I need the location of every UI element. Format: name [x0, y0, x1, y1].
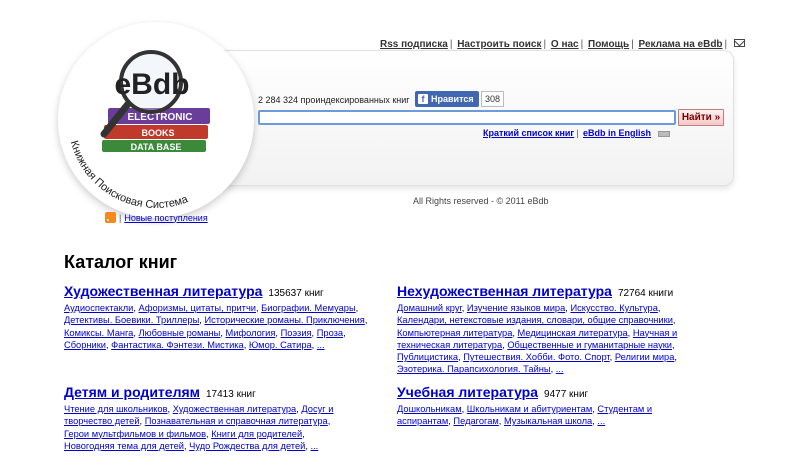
subcategory-link[interactable]: Герои мультфильмов и фильмов — [64, 429, 206, 439]
subcategory-link[interactable]: Афоризмы, цитаты, притчи — [139, 303, 256, 313]
subcategory-link[interactable]: Детективы. Боевики. Триллеры — [64, 315, 199, 325]
subcategory-link[interactable]: Исторические романы. Приключения — [204, 315, 364, 325]
subcategory-link[interactable]: Школьникам и абитуриентам — [467, 404, 592, 414]
subcategory-link[interactable]: Календари, нетекстовые издания, словари,… — [397, 315, 673, 325]
category-links: Чтение для школьников, Художественная ли… — [64, 404, 334, 451]
category-nonfiction: Нехудожественная литература 72764 книги … — [397, 283, 709, 376]
search-button[interactable]: Найти » — [678, 109, 724, 126]
subcategory-link[interactable]: Общественные и гуманитарные науки — [507, 340, 672, 350]
more-link[interactable]: ... — [556, 364, 564, 374]
category-count: 17413 книг — [206, 389, 256, 400]
rss-new-arrivals: | Новые поступления — [105, 212, 208, 223]
facebook-like-count: 308 — [481, 91, 505, 107]
category-links: Домашний круг, Изучение языков мира, Иск… — [397, 303, 678, 375]
catalog-title: Каталог книг — [64, 252, 178, 272]
subcategory-link[interactable]: Педагогам — [453, 416, 498, 426]
subcategory-link[interactable]: Дошкольникам — [397, 404, 462, 414]
link-search-settings[interactable]: Настроить поиск — [457, 39, 541, 50]
facebook-like-button[interactable]: f Нравится — [415, 91, 479, 107]
subcategory-link[interactable]: Новогодняя тема для детей — [64, 441, 184, 451]
search-input[interactable] — [258, 110, 676, 125]
subcategory-link[interactable]: Изучение языков мира — [467, 303, 565, 313]
more-link[interactable]: ... — [317, 340, 325, 350]
category-education: Учебная литература 9477 книг Дошкольника… — [397, 384, 697, 428]
subcategory-link[interactable]: Домашний круг — [397, 303, 462, 313]
category-links: Дошкольникам, Школьникам и абитуриентам,… — [397, 404, 653, 427]
subcategory-link[interactable]: Юмор. Сатира — [249, 340, 312, 350]
subcategory-link[interactable]: Познавательная и справочная литература — [145, 416, 328, 426]
subcategory-link[interactable]: Эзотерика. Парапсихология. Тайны — [397, 364, 551, 374]
book-label-1: ELECTRONIC — [128, 112, 193, 123]
subcategory-link[interactable]: Любовные романы — [139, 328, 221, 338]
link-about[interactable]: О нас — [551, 39, 579, 50]
subcategory-link[interactable]: Биографии. Мемуары — [261, 303, 355, 313]
link-advertising[interactable]: Реклама на eBdb — [639, 39, 723, 50]
subcategory-link[interactable]: Чтение для школьников — [64, 404, 168, 414]
subcategory-link[interactable]: Мифология — [226, 328, 276, 338]
subcategory-link[interactable]: Комиксы. Манга — [64, 328, 133, 338]
mail-icon[interactable] — [733, 39, 745, 47]
subcategory-link[interactable]: Поэзия — [281, 328, 312, 338]
category-count: 9477 книг — [544, 389, 589, 400]
subcategory-link[interactable]: Религии мира — [615, 352, 675, 362]
subcategory-link[interactable]: Компьютерная литература — [397, 328, 512, 338]
more-link[interactable]: ... — [597, 416, 605, 426]
facebook-like-label: Нравится — [431, 94, 474, 104]
category-children: Детям и родителям 17413 книг Чтение для … — [64, 384, 369, 452]
subcategory-link[interactable]: Книги для родителей — [211, 429, 302, 439]
keyboard-icon[interactable] — [657, 130, 670, 137]
sub-links: Краткий список книг | eBdb in English — [483, 128, 670, 138]
link-rss-subscribe[interactable]: Rss подписка — [380, 39, 448, 50]
ebdb-logo[interactable]: ELECTRONIC BOOKS DATA BASE eBdb Книжная … — [58, 22, 254, 218]
category-count: 72764 книги — [617, 288, 674, 299]
book-label-2: BOOKS — [141, 128, 174, 138]
top-links: Rss подписка | Настроить поиск | О нас | По… — [380, 39, 745, 50]
category-fiction: Художественная литература 135637 книг Ау… — [64, 283, 374, 351]
link-short-book-list[interactable]: Краткий список книг — [483, 128, 574, 138]
logo-name: eBdb — [115, 68, 190, 101]
facebook-icon: f — [418, 94, 428, 104]
category-title[interactable]: Учебная литература — [397, 384, 538, 400]
book-label-3: DATA BASE — [131, 142, 182, 152]
category-title[interactable]: Нехудожественная литература — [397, 283, 612, 299]
link-help[interactable]: Помощь — [588, 39, 629, 50]
category-title[interactable]: Детям и родителям — [64, 384, 200, 400]
subcategory-link[interactable]: Искусство. Культура — [570, 303, 657, 313]
index-count: 2 284 324 проиндексированных книг — [258, 95, 410, 105]
link-english[interactable]: eBdb in English — [583, 128, 651, 138]
subcategory-link[interactable]: Медицинская литература — [518, 328, 628, 338]
category-links: Аудиоспектакли, Афоризмы, цитаты, притчи… — [64, 303, 368, 350]
category-title[interactable]: Художественная литература — [64, 283, 262, 299]
subcategory-link[interactable]: Аудиоспектакли — [64, 303, 133, 313]
copyright: All Rights reserved - © 2011 eBdb — [413, 196, 549, 206]
subcategory-link[interactable]: Публицистика — [397, 352, 458, 362]
subcategory-link[interactable]: Чудо Рождества для детей — [189, 441, 305, 451]
subcategory-link[interactable]: Фантастика. Фэнтези. Мистика — [111, 340, 244, 350]
category-count: 135637 книг — [268, 288, 324, 299]
subcategory-link[interactable]: Путешествия. Хобби. Фото. Спорт — [463, 352, 609, 362]
subcategory-link[interactable]: Проза — [317, 328, 343, 338]
rss-icon[interactable] — [105, 212, 116, 223]
subcategory-link[interactable]: Сборники — [64, 340, 106, 350]
more-link[interactable]: ... — [311, 441, 319, 451]
subcategory-link[interactable]: Музыкальная школа — [504, 416, 592, 426]
subcategory-link[interactable]: Художественная литература — [173, 404, 297, 414]
link-new-arrivals[interactable]: Новые поступления — [124, 213, 207, 223]
